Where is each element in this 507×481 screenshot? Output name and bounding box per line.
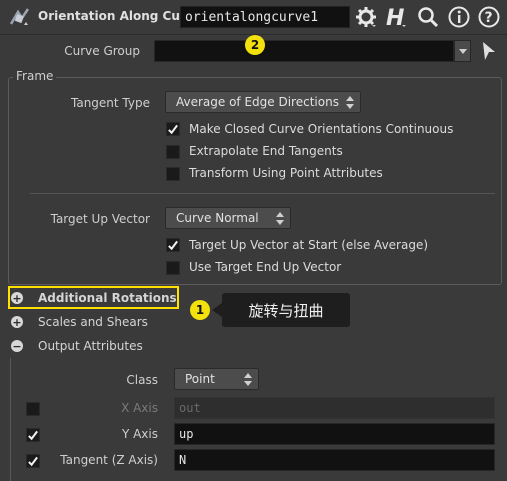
badge-2: 2 (245, 35, 265, 55)
extrapolate-label: Extrapolate End Tangents (189, 144, 343, 158)
orient-node-icon[interactable] (8, 6, 32, 28)
help-h-icon[interactable]: H (384, 5, 408, 29)
chevron-down-icon (458, 48, 467, 54)
target-up-vector-label: Target Up Vector (50, 212, 150, 226)
tangent-label: Tangent (Z Axis) (60, 453, 158, 467)
collapse-minus-icon[interactable]: − (11, 340, 23, 352)
curve-group-label: Curve Group (64, 44, 140, 58)
make-closed-checkbox[interactable] (166, 122, 180, 136)
select-arrow-icon[interactable] (481, 41, 497, 64)
use-end-up-checkbox[interactable] (166, 261, 180, 275)
info-icon[interactable] (447, 5, 471, 29)
magnifier-icon[interactable] (416, 5, 440, 29)
curve-group-input[interactable] (154, 40, 454, 62)
curve-group-dropdown[interactable] (454, 40, 471, 62)
tangent-type-label: Tangent Type (71, 96, 150, 110)
up-at-start-label: Target Up Vector at Start (else Average) (189, 238, 429, 252)
tangent-checkbox[interactable] (26, 454, 40, 468)
class-menu[interactable]: Point (174, 368, 259, 390)
updown-arrows-icon (276, 212, 284, 225)
tooltip-callout: 旋转与扭曲 (222, 293, 350, 327)
updown-arrows-icon (346, 96, 354, 109)
y-axis-field[interactable]: up (174, 423, 495, 445)
folder-indent-line (10, 358, 16, 481)
make-closed-label: Make Closed Curve Orientations Continuou… (189, 122, 454, 136)
transform-point-label: Transform Using Point Attributes (189, 166, 383, 180)
frame-title: Frame (13, 69, 57, 83)
x-axis-label: X Axis (121, 401, 158, 415)
expand-plus-icon[interactable]: + (11, 292, 23, 304)
y-axis-label: Y Axis (121, 427, 158, 441)
up-at-start-checkbox[interactable] (166, 238, 180, 252)
tangent-field[interactable]: N (174, 449, 495, 471)
frame-divider (30, 193, 495, 194)
node-name-field[interactable]: orientalongcurve1 (180, 6, 350, 28)
tooltip-arrow (212, 303, 222, 317)
svg-text:?: ? (485, 10, 493, 26)
extrapolate-checkbox[interactable] (166, 145, 180, 159)
folder-scales-and-shears[interactable]: Scales and Shears (38, 315, 148, 329)
gear-icon[interactable] (354, 5, 378, 29)
checkmark-icon (168, 240, 178, 250)
checkmark-icon (28, 456, 38, 466)
checkmark-icon (28, 430, 38, 440)
class-label: Class (126, 373, 158, 387)
parameter-header: Orientation Along Curve orientalongcurve… (0, 0, 507, 33)
x-axis-field[interactable]: out (174, 397, 495, 419)
folder-additional-rotations[interactable]: Additional Rotations (38, 291, 177, 305)
checkmark-icon (168, 124, 178, 134)
expand-plus-icon[interactable]: + (11, 316, 23, 328)
node-type-label: Orientation Along Curve (38, 9, 202, 23)
transform-point-checkbox[interactable] (166, 167, 180, 181)
x-axis-checkbox[interactable] (26, 402, 40, 416)
class-value: Point (185, 372, 215, 386)
help-question-icon[interactable]: ? (477, 5, 501, 29)
tangent-type-value: Average of Edge Directions (176, 95, 339, 109)
use-end-up-label: Use Target End Up Vector (189, 260, 342, 274)
tangent-type-menu[interactable]: Average of Edge Directions (165, 91, 361, 113)
y-axis-checkbox[interactable] (26, 428, 40, 442)
target-up-vector-menu[interactable]: Curve Normal (165, 207, 291, 229)
badge-1: 1 (190, 300, 210, 320)
updown-arrows-icon (244, 373, 252, 386)
target-up-vector-value: Curve Normal (176, 211, 259, 225)
svg-text:H: H (386, 6, 404, 29)
folder-output-attributes[interactable]: Output Attributes (38, 339, 143, 353)
